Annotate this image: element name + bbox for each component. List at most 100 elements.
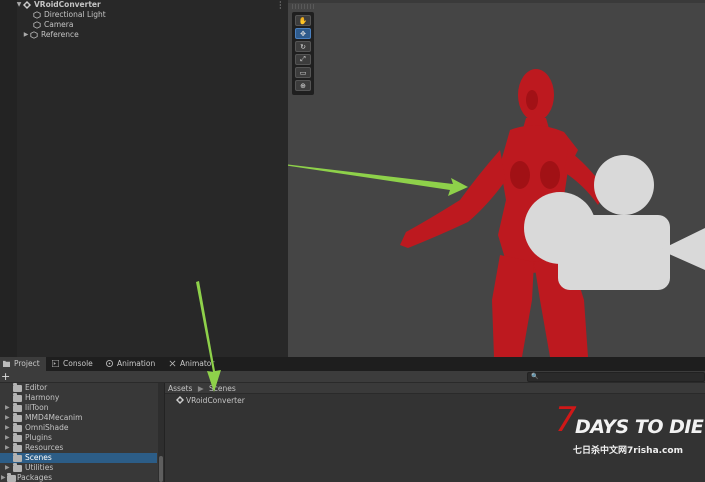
expand-arrow-icon[interactable]: ▶ [5, 413, 10, 423]
hierarchy-item-root[interactable]: ▼ VRoidConverter [15, 0, 101, 10]
watermark-cn: 七日杀中文网 [573, 446, 628, 456]
tree-item-plugins[interactable]: ▶ Plugins [0, 433, 157, 443]
tree-item-label: Utilities [25, 463, 54, 472]
folder-icon [13, 423, 22, 432]
tree-item-label: lilToon [25, 403, 49, 412]
rect-icon: ▭ [299, 68, 307, 77]
tab-animation[interactable]: Animation [103, 357, 163, 371]
expand-arrow-icon[interactable]: ▶ [1, 473, 6, 482]
hierarchy-item-camera[interactable]: Camera [33, 20, 73, 30]
hierarchy-item-directional-light[interactable]: Directional Light [33, 10, 106, 20]
expand-arrow-icon[interactable]: ▶ [22, 30, 30, 40]
console-icon [52, 360, 59, 367]
tab-label: Project [14, 359, 40, 368]
tab-label: Console [63, 359, 93, 368]
folder-icon [13, 403, 22, 412]
breadcrumb-assets[interactable]: Assets [168, 384, 192, 393]
tree-item-liltoon[interactable]: ▶ lilToon [0, 403, 157, 413]
watermark-subtitle: 七日杀中文网7risha.com [573, 443, 683, 456]
hierarchy-label: Camera [44, 20, 74, 29]
tree-item-label: OmniShade [25, 423, 69, 432]
expand-arrow-icon[interactable]: ▶ [5, 463, 10, 473]
breadcrumb-scenes[interactable]: Scenes [209, 384, 236, 393]
move-icon: ✥ [300, 29, 306, 38]
tab-animator[interactable]: Animator [166, 357, 216, 371]
tab-label: Animation [117, 359, 156, 368]
tree-item-mmd4mecanim[interactable]: ▶ MMD4Mecanim [0, 413, 157, 423]
rotate-tool-button[interactable]: ↻ [295, 41, 311, 52]
tree-item-label: Editor [25, 383, 48, 392]
gameobject-icon [33, 11, 41, 19]
tree-item-harmony[interactable]: Harmony [0, 393, 157, 403]
hierarchy-gutter [0, 0, 17, 357]
unity-scene-icon [176, 396, 184, 404]
tree-item-label: MMD4Mecanim [25, 413, 83, 422]
bottom-tab-bar: Project Console Animation Animator [0, 357, 705, 371]
tree-item-scenes[interactable]: Scenes [0, 453, 157, 463]
asset-label: VRoidConverter [186, 396, 245, 405]
folder-tree: Editor Harmony ▶ lilToon ▶ MMD4Mecanim ▶ Om… [0, 383, 165, 482]
search-input[interactable]: 🔍 [527, 372, 705, 382]
folder-icon [13, 383, 22, 392]
watermark-title: DAYS TO DIE [575, 416, 704, 438]
asset-item-vroidconverter[interactable]: VRoidConverter [176, 396, 245, 406]
animator-icon [169, 360, 176, 367]
hand-icon: ✋ [298, 16, 308, 25]
breadcrumb: Assets ▶ Scenes [165, 383, 705, 394]
unity-scene-icon [23, 1, 31, 9]
scene-view[interactable]: ✋ ✥ ↻ ⤢ ▭ ⊕ [288, 0, 705, 357]
scene-tools-overlay: ✋ ✥ ↻ ⤢ ▭ ⊕ [292, 12, 314, 95]
transform-icon: ⊕ [300, 81, 306, 90]
add-asset-button[interactable]: + ▾ [1, 371, 17, 393]
tree-item-utilities[interactable]: ▶ Utilities [0, 463, 157, 473]
hierarchy-panel: ▼ VRoidConverter Directional Light Camera… [0, 0, 288, 357]
tree-item-label: Harmony [25, 393, 60, 402]
expand-arrow-icon[interactable]: ▶ [5, 403, 10, 413]
expand-arrow-icon[interactable]: ▶ [5, 443, 10, 453]
breadcrumb-separator-icon: ▶ [197, 384, 204, 393]
gameobject-icon [33, 21, 41, 29]
animation-icon [106, 360, 113, 367]
folder-icon [13, 463, 22, 472]
transform-tool-button[interactable]: ⊕ [295, 80, 311, 91]
tab-label: Animator [180, 359, 215, 368]
more-options-icon[interactable]: · · · [279, 0, 284, 13]
hierarchy-label: Reference [41, 30, 79, 39]
tree-item-label: Plugins [25, 433, 52, 442]
hierarchy-label: Directional Light [44, 10, 106, 19]
tab-project[interactable]: Project [0, 357, 46, 371]
scale-tool-button[interactable]: ⤢ [295, 54, 311, 65]
rotate-icon: ↻ [300, 42, 306, 51]
tree-item-label: Scenes [25, 453, 52, 462]
folder-icon [13, 413, 22, 422]
rect-tool-button[interactable]: ▭ [295, 67, 311, 78]
hierarchy-item-reference[interactable]: ▶ Reference [22, 30, 79, 40]
watermark-seven: 7 [555, 400, 577, 440]
tree-item-label: Resources [25, 443, 64, 452]
hierarchy-root-label: VRoidConverter [34, 0, 101, 9]
tree-item-packages[interactable]: ▶ Packages [0, 473, 157, 482]
tools-grip-icon[interactable] [292, 4, 314, 9]
watermark-logo: 7 DAYS TO DIE 七日杀中文网7risha.com [555, 400, 705, 470]
folder-icon [7, 473, 16, 482]
tree-item-editor[interactable]: Editor [0, 383, 157, 393]
tree-scrollbar-thumb[interactable] [159, 456, 163, 482]
gameobject-icon [30, 31, 38, 39]
folder-icon [13, 453, 22, 462]
tab-console[interactable]: Console [49, 357, 102, 371]
annotation-arrow [288, 164, 468, 196]
hand-tool-button[interactable]: ✋ [295, 15, 311, 26]
folder-icon [13, 433, 22, 442]
expand-arrow-icon[interactable]: ▶ [5, 423, 10, 433]
tree-item-label: Packages [17, 473, 52, 482]
watermark-url: 7risha.com [627, 446, 683, 456]
scale-icon: ⤢ [300, 55, 306, 63]
expand-arrow-icon[interactable]: ▶ [5, 433, 10, 443]
tree-item-omnishade[interactable]: ▶ OmniShade [0, 423, 157, 433]
scene-canvas [288, 69, 705, 357]
expand-arrow-icon[interactable]: ▼ [15, 0, 23, 10]
project-toolbar: + ▾ 🔍 [0, 371, 705, 393]
tree-item-resources[interactable]: ▶ Resources [0, 443, 157, 453]
folder-icon [13, 393, 22, 402]
move-tool-button[interactable]: ✥ [295, 28, 311, 39]
